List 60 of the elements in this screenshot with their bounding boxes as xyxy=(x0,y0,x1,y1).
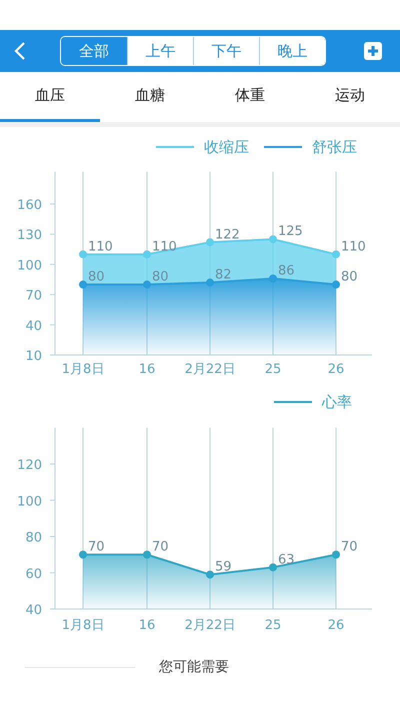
data-point xyxy=(269,235,277,244)
add-icon[interactable] xyxy=(364,42,382,60)
data-point xyxy=(143,550,151,559)
data-point xyxy=(206,278,214,287)
axis-tick-label: 100 xyxy=(17,494,42,510)
data-label: 110 xyxy=(341,239,366,254)
data-label: 110 xyxy=(152,239,177,254)
data-point xyxy=(332,250,340,258)
axis-tick-label: 160 xyxy=(17,198,42,213)
legend-line-icon xyxy=(156,146,194,148)
data-label: 82 xyxy=(215,268,232,283)
axis-tick-label: 100 xyxy=(17,258,42,274)
axis-tick-label: 25 xyxy=(264,362,282,377)
axis-tick-label: 26 xyxy=(328,618,344,633)
data-label: 125 xyxy=(278,224,303,240)
data-point xyxy=(79,550,87,559)
section-title: 您可能需要 xyxy=(159,658,229,676)
legend-label: 舒张压 xyxy=(312,138,357,156)
data-point xyxy=(206,238,214,246)
axis-tick-label: 26 xyxy=(328,362,344,377)
axis-tick-label: 2月22日 xyxy=(184,618,236,633)
axis-tick-label: 1月8日 xyxy=(62,618,104,633)
data-point xyxy=(143,250,151,258)
data-point xyxy=(332,280,340,289)
data-label: 122 xyxy=(215,227,240,242)
data-label: 70 xyxy=(152,540,169,555)
data-label: 70 xyxy=(88,540,105,555)
legend-line-icon xyxy=(274,401,312,403)
data-label: 59 xyxy=(215,560,232,575)
axis-tick-label: 40 xyxy=(25,603,42,618)
data-label: 110 xyxy=(88,239,113,254)
axis-tick-label: 10 xyxy=(25,349,42,364)
data-point xyxy=(143,280,151,289)
data-point xyxy=(79,250,87,258)
legend-label: 心率 xyxy=(322,393,352,411)
data-label: 80 xyxy=(152,270,169,285)
data-point xyxy=(332,550,340,559)
data-label: 86 xyxy=(278,264,295,278)
axis-tick-label: 60 xyxy=(25,566,42,582)
data-label: 63 xyxy=(278,552,295,568)
axis-tick-label: 130 xyxy=(17,228,42,244)
data-point xyxy=(269,563,277,572)
axis-tick-label: 70 xyxy=(25,288,42,304)
axis-tick-label: 80 xyxy=(25,530,42,546)
axis-tick-label: 1月8日 xyxy=(62,362,104,377)
data-point xyxy=(269,274,277,282)
axis-tick-label: 25 xyxy=(264,618,282,633)
legend-label: 收缩压 xyxy=(204,138,249,156)
axis-tick-label: 120 xyxy=(17,458,42,473)
data-label: 80 xyxy=(88,270,105,285)
axis-tick-label: 40 xyxy=(25,318,42,334)
back-icon[interactable] xyxy=(14,41,26,61)
legend-line-icon xyxy=(264,146,302,148)
axis-tick-label: 2月22日 xyxy=(184,362,236,377)
data-label: 70 xyxy=(341,540,358,555)
data-label: 80 xyxy=(341,270,358,285)
axis-tick-label: 16 xyxy=(138,362,156,377)
data-point xyxy=(79,280,87,289)
axis-tick-label: 16 xyxy=(138,618,156,633)
data-point xyxy=(206,570,214,579)
